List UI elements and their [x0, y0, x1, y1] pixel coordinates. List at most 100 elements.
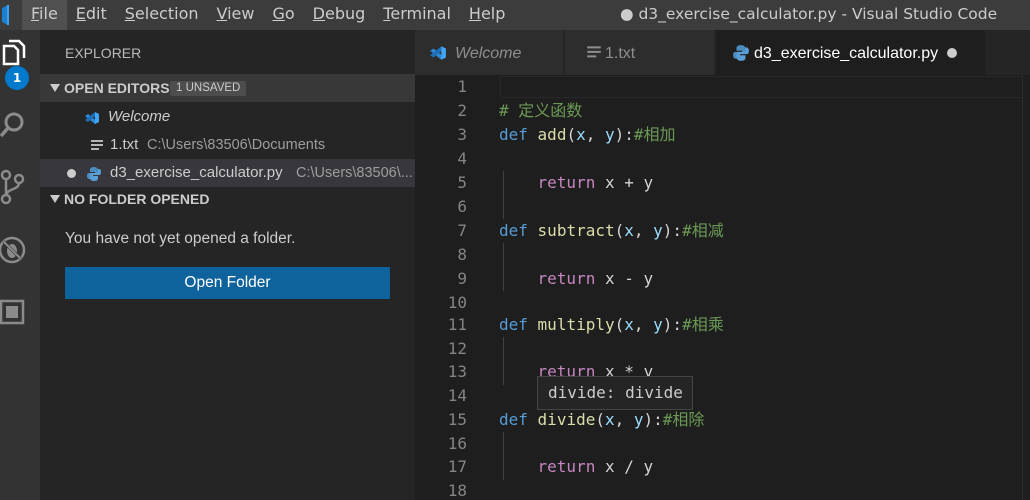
code-editor[interactable]: 1 2 # 定义函数 3 def add(x, y):#相加 4 5 retur… [415, 75, 1030, 500]
open-editors-header[interactable]: OPEN EDITORS 1 UNSAVED [40, 74, 415, 102]
code-text: def subtract(x, y):#相减 [499, 221, 724, 240]
extensions-icon[interactable] [0, 294, 28, 334]
line-number: 18 [447, 481, 467, 500]
no-folder-header[interactable]: NO FOLDER OPENED [40, 185, 415, 213]
keyword-token: return [537, 173, 596, 192]
code-text: return x / y [499, 455, 654, 479]
menu-terminal[interactable]: Terminal [374, 0, 460, 30]
param-token: y [633, 410, 644, 429]
function-name-token: add [537, 125, 567, 144]
line-number: 3 [457, 125, 467, 144]
keyword-token: return [537, 457, 596, 476]
operator-token: / [624, 457, 634, 476]
param-token: x [604, 410, 615, 429]
menu-file[interactable]: File [22, 0, 67, 30]
no-folder-message: You have not yet opened a folder. [65, 230, 296, 247]
code-line: 12 [415, 337, 1030, 361]
no-folder-label: NO FOLDER OPENED [64, 191, 210, 207]
menu-help[interactable]: Help [460, 0, 514, 30]
code-line: 18 [415, 479, 1030, 500]
param-token: x [624, 315, 634, 334]
code-line: 13 return x * y [415, 360, 1030, 384]
menu-go[interactable]: Go [263, 0, 303, 30]
param-token: y [653, 315, 663, 334]
chevron-down-icon [50, 195, 60, 203]
tab-label: Welcome [455, 45, 522, 62]
menu-edit[interactable]: Edit [67, 0, 116, 30]
code-line: 11 def multiply(x, y):#相乘 [415, 313, 1030, 337]
search-icon[interactable] [0, 104, 28, 144]
keyword-token: def [499, 315, 528, 334]
line-number: 15 [447, 410, 467, 429]
line-number: 4 [457, 149, 467, 168]
code-line: 2 # 定义函数 [415, 99, 1030, 123]
code-line: 8 [415, 243, 1030, 267]
operand-token: y [643, 173, 654, 192]
title-bar: File Edit Selection View Go Debug Termin… [0, 0, 1030, 30]
line-number: 9 [457, 269, 467, 288]
unsaved-badge: 1 UNSAVED [170, 81, 247, 96]
param-token: x [624, 221, 634, 240]
tab-calculator[interactable]: d3_exercise_calculator.py [716, 30, 986, 75]
code-line: 4 [415, 147, 1030, 171]
line-number: 1 [457, 77, 467, 96]
menu-view[interactable]: View [208, 0, 264, 30]
code-line: 14 [415, 384, 1030, 408]
operand-token: x [604, 269, 615, 288]
line-number: 14 [447, 386, 467, 405]
open-editor-label: 1.txt [110, 136, 139, 153]
activity-bar: 1 [0, 30, 40, 500]
function-name-token: subtract [537, 221, 615, 240]
open-editor-welcome[interactable]: Welcome [40, 103, 415, 131]
hover-tooltip: divide: divide [537, 376, 693, 410]
operator-token: + [624, 173, 634, 192]
code-line: 5 return x + y [415, 171, 1030, 195]
code-line: 3 def add(x, y):#相加 [415, 123, 1030, 147]
vscode-logo-icon [2, 5, 9, 25]
open-editor-1txt[interactable]: 1.txt C:\Users\83506\Documents [40, 131, 415, 159]
unsaved-dot-icon[interactable] [67, 169, 76, 178]
open-editor-path: C:\Users\83506\Documents [147, 137, 326, 153]
explorer-badge: 1 [5, 66, 29, 90]
menu-selection[interactable]: Selection [116, 0, 208, 30]
line-number: 17 [447, 457, 467, 476]
python-file-icon [87, 167, 101, 181]
explorer-sidebar: EXPLORER OPEN EDITORS 1 UNSAVED Welcome … [40, 30, 415, 500]
editor-scrollbar[interactable] [1022, 75, 1030, 500]
tab-label: d3_exercise_calculator.py [754, 45, 939, 62]
code-line: 17 return x / y [415, 455, 1030, 479]
text-file-icon [91, 140, 103, 150]
line-number: 8 [457, 245, 467, 264]
function-name-token: divide [537, 410, 596, 429]
line-number: 10 [447, 293, 467, 312]
python-file-icon [733, 45, 749, 61]
unsaved-dot-icon[interactable] [947, 48, 957, 58]
tab-label: 1.txt [605, 45, 636, 62]
code-text: def add(x, y):#相加 [499, 125, 676, 144]
text-file-icon [587, 46, 601, 58]
comment-token: #相乘 [682, 315, 724, 334]
code-line: 16 [415, 432, 1030, 456]
line-number: 11 [447, 315, 467, 334]
keyword-token: def [499, 410, 528, 429]
param-token: y [653, 221, 663, 240]
source-control-icon[interactable] [0, 166, 28, 206]
tab-1txt[interactable]: 1.txt [565, 30, 715, 75]
tab-welcome[interactable]: Welcome [415, 30, 564, 75]
debug-icon[interactable] [0, 230, 28, 270]
code-text: def divide(x, y):#相除 [499, 410, 705, 429]
code-text: return x - y [499, 267, 654, 291]
line-number: 7 [457, 221, 467, 240]
open-editor-calculator[interactable]: d3_exercise_calculator.py C:\Users\83506… [40, 159, 415, 187]
open-folder-button[interactable]: Open Folder [65, 267, 390, 299]
line-number: 5 [457, 173, 467, 192]
open-editor-path: C:\Users\83506\... [296, 165, 413, 181]
code-text: def multiply(x, y):#相乘 [499, 315, 724, 334]
editor-tabs: Welcome 1.txt d3_exercise_calculator.py [415, 30, 1030, 75]
line-number: 13 [447, 362, 467, 381]
line-number: 12 [447, 339, 467, 358]
comment-token: #相除 [662, 410, 705, 429]
menu-debug[interactable]: Debug [304, 0, 375, 30]
line-number: 2 [457, 101, 467, 120]
code-line: 10 [415, 291, 1030, 315]
